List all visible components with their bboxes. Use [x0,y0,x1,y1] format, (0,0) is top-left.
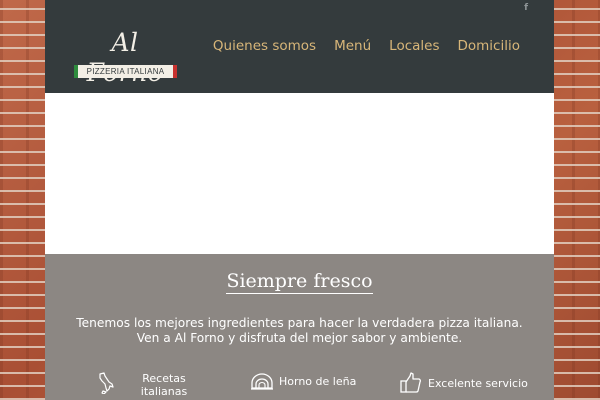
logo-tagline: PIZZERIA ITALIANA [74,65,177,78]
feature-recetas: Recetas italianas tradicionales [97,372,207,400]
logo[interactable]: Al Forno PIZZERIA ITALIANA [69,28,181,87]
site-header: f Al Forno PIZZERIA ITALIANA Quienes som… [45,0,554,93]
nav-item-quienes-somos[interactable]: Quienes somos [213,38,316,54]
features-section: Siempre fresco Tenemos los mejores ingre… [45,254,554,400]
features-title: Siempre fresco [45,270,554,294]
wood-oven-icon [251,373,273,390]
features-title-text: Siempre fresco [226,270,373,294]
nav-item-domicilio[interactable]: Domicilio [458,38,521,54]
feature-recetas-label: Recetas italianas tradicionales [121,372,207,400]
features-description: Tenemos los mejores ingredientes para ha… [65,316,534,346]
facebook-icon[interactable]: f [524,3,528,13]
logo-script: Al Forno [87,28,163,87]
feature-servicio: Excelente servicio [400,372,528,394]
page: f Al Forno PIZZERIA ITALIANA Quienes som… [45,0,554,400]
features-text-line2: Ven a Al Forno y disfruta del mejor sabo… [136,331,463,345]
features-text-line1: Tenemos los mejores ingredientes para ha… [76,316,523,330]
feature-servicio-label: Excelente servicio [428,377,528,390]
thumbs-up-icon [400,372,421,393]
feature-horno-label: Horno de leña [279,375,357,388]
main-nav: Quienes somos Menú Locales Domicilio [213,38,520,54]
hero-banner [45,93,554,254]
nav-item-locales[interactable]: Locales [389,38,439,54]
feature-recetas-line1: Recetas italianas [140,372,188,398]
italy-map-icon [99,372,114,394]
feature-horno: Horno de leña [251,372,356,390]
nav-item-menu[interactable]: Menú [334,38,371,54]
